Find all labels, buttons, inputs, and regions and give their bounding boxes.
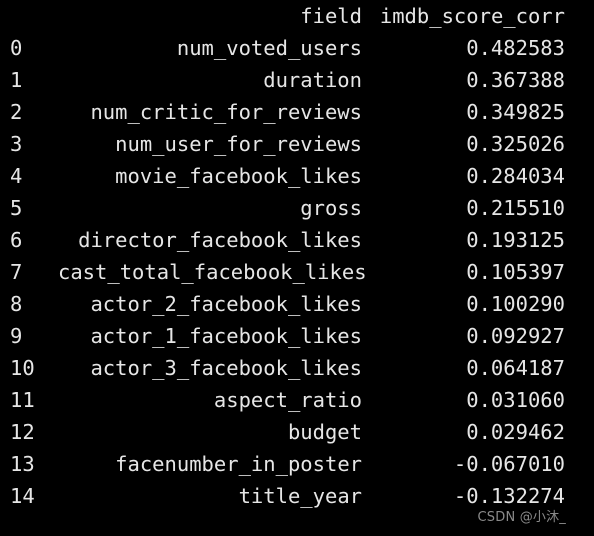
- cell-field: num_critic_for_reviews: [90, 100, 362, 124]
- cell-imdb-score-corr: 0.349825: [466, 100, 565, 124]
- table-row: 14 title_year -0.132274: [0, 480, 594, 512]
- table-row: 11 aspect_ratio 0.031060: [0, 384, 594, 416]
- table-row: 12 budget 0.029462: [0, 416, 594, 448]
- table-row: 9 actor_1_facebook_likes 0.092927: [0, 320, 594, 352]
- cell-imdb-score-corr: 0.064187: [466, 356, 565, 380]
- row-index: 5: [10, 196, 23, 220]
- row-index: 11: [10, 388, 35, 412]
- cell-imdb-score-corr: 0.100290: [466, 292, 565, 316]
- cell-field: cast_total_facebook_likes: [58, 260, 367, 284]
- row-index: 4: [10, 164, 23, 188]
- cell-imdb-score-corr: 0.215510: [466, 196, 565, 220]
- column-header-imdb-score-corr: imdb_score_corr: [379, 4, 565, 28]
- cell-field: actor_3_facebook_likes: [90, 356, 362, 380]
- table-row: 0 num_voted_users 0.482583: [0, 32, 594, 64]
- row-index: 7: [10, 260, 23, 284]
- row-index: 12: [10, 420, 35, 444]
- table-row: 6 director_facebook_likes 0.193125: [0, 224, 594, 256]
- cell-imdb-score-corr: -0.132274: [453, 484, 565, 508]
- header-row: field imdb_score_corr: [0, 0, 594, 32]
- table-row: 8 actor_2_facebook_likes 0.100290: [0, 288, 594, 320]
- cell-field: title_year: [238, 484, 362, 508]
- table-row: 7 cast_total_facebook_likes 0.105397: [0, 256, 594, 288]
- table-header: field imdb_score_corr: [0, 0, 594, 32]
- cell-imdb-score-corr: 0.031060: [466, 388, 565, 412]
- cell-imdb-score-corr: -0.067010: [453, 452, 565, 476]
- cell-imdb-score-corr: 0.482583: [466, 36, 565, 60]
- row-index: 2: [10, 100, 23, 124]
- cell-imdb-score-corr: 0.325026: [466, 132, 565, 156]
- row-index: 6: [10, 228, 23, 252]
- cell-imdb-score-corr: 0.367388: [466, 68, 565, 92]
- row-index: 9: [10, 324, 23, 348]
- table-row: 13 facenumber_in_poster -0.067010: [0, 448, 594, 480]
- cell-field: actor_1_facebook_likes: [90, 324, 362, 348]
- table-row: 10 actor_3_facebook_likes 0.064187: [0, 352, 594, 384]
- row-index: 3: [10, 132, 23, 156]
- cell-imdb-score-corr: 0.105397: [466, 260, 565, 284]
- table-row: 5 gross 0.215510: [0, 192, 594, 224]
- row-index: 1: [10, 68, 23, 92]
- cell-imdb-score-corr: 0.029462: [466, 420, 565, 444]
- csdn-watermark: CSDN @小沐_: [477, 510, 566, 525]
- cell-field: gross: [300, 196, 362, 220]
- table-row: 3 num_user_for_reviews 0.325026: [0, 128, 594, 160]
- terminal-output: field imdb_score_corr 0 num_voted_users 0.…: [0, 0, 594, 536]
- cell-field: num_voted_users: [176, 36, 362, 60]
- row-index: 10: [10, 356, 35, 380]
- cell-imdb-score-corr: 0.193125: [466, 228, 565, 252]
- table-row: 1 duration 0.367388: [0, 64, 594, 96]
- cell-imdb-score-corr: 0.284034: [466, 164, 565, 188]
- dataframe-table: field imdb_score_corr 0 num_voted_users 0.…: [0, 0, 594, 512]
- row-index: 8: [10, 292, 23, 316]
- cell-imdb-score-corr: 0.092927: [466, 324, 565, 348]
- cell-field: movie_facebook_likes: [115, 164, 362, 188]
- cell-field: num_user_for_reviews: [115, 132, 362, 156]
- column-header-field: field: [300, 4, 362, 28]
- cell-field: director_facebook_likes: [78, 228, 362, 252]
- index-column-header: [0, 0, 58, 32]
- table-row: 4 movie_facebook_likes 0.284034: [0, 160, 594, 192]
- row-index: 13: [10, 452, 35, 476]
- table-body: 0 num_voted_users 0.482583 1 duration 0.36738…: [0, 32, 594, 512]
- cell-field: facenumber_in_poster: [115, 452, 362, 476]
- row-index: 0: [10, 36, 23, 60]
- row-index: 14: [10, 484, 35, 508]
- cell-field: budget: [287, 420, 362, 444]
- cell-field: duration: [263, 68, 362, 92]
- table-row: 2 num_critic_for_reviews 0.349825: [0, 96, 594, 128]
- cell-field: actor_2_facebook_likes: [90, 292, 362, 316]
- cell-field: aspect_ratio: [213, 388, 362, 412]
